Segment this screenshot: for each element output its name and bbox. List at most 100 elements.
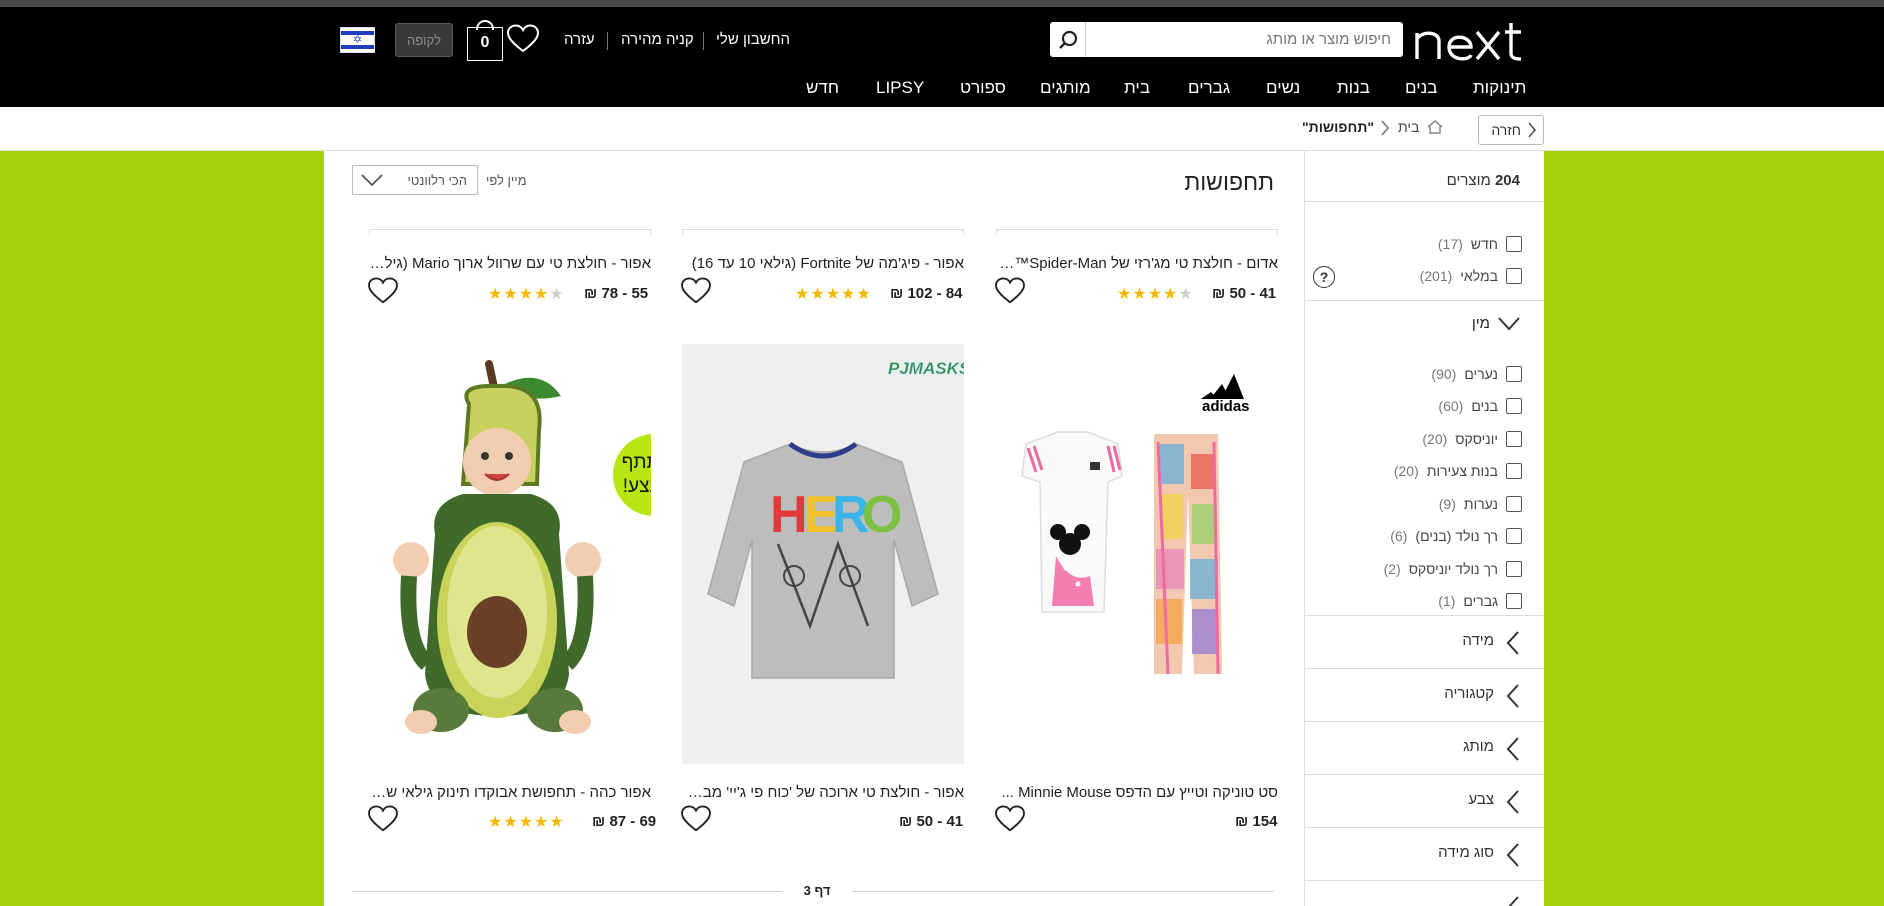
product-price: 154 ₪ — [1235, 813, 1278, 830]
product-name[interactable]: סט טוניקה וטייץ עם הדפס Minnie Mouse ... — [996, 784, 1278, 801]
gender-filter-header[interactable]: מין — [1472, 315, 1520, 332]
chevron-left-icon — [1506, 631, 1519, 655]
filter-gender-teen-boys[interactable]: נערים (90) — [1431, 365, 1522, 383]
help-link[interactable]: עזרה — [564, 31, 595, 48]
filter-sidebar: 204 מוצרים חדש (17) במלאי (201) ? מין נע… — [1304, 151, 1544, 906]
product-listing: תחפושות מיין לפי הכי רלוונטי אדום - חולצ… — [324, 151, 1304, 906]
nav-women[interactable]: נשים — [1266, 78, 1300, 98]
heart-icon[interactable] — [994, 805, 1026, 833]
nav-sport[interactable]: ספורט — [960, 78, 1006, 98]
heart-icon[interactable] — [680, 805, 712, 833]
filter-gender-young-girls[interactable]: בנות צעירות (20) — [1394, 462, 1522, 480]
product-price: 55 - 78 ₪ — [584, 285, 649, 302]
facet-more[interactable] — [1305, 880, 1544, 906]
search-icon — [1058, 30, 1077, 49]
israel-flag-icon[interactable]: ✡ — [340, 27, 375, 53]
page-label: דף 3 — [803, 883, 831, 898]
checkbox[interactable] — [1506, 398, 1522, 414]
product-image-adidas-minnie-set[interactable]: adidas — [996, 344, 1278, 764]
chevron-down-icon — [361, 174, 383, 187]
top-strip — [0, 0, 1884, 7]
search-input[interactable] — [1085, 22, 1403, 57]
bag-icon — [476, 20, 494, 30]
checkout-button[interactable]: לקופה — [395, 23, 453, 57]
divider-line — [352, 891, 782, 892]
filter-gender-men[interactable]: גברים (1) — [1438, 592, 1522, 610]
facet-category[interactable]: קטגוריה — [1305, 668, 1544, 721]
breadcrumb-home[interactable]: בית — [1398, 119, 1419, 135]
product-price: 41 - 50 ₪ — [1212, 285, 1277, 302]
filter-new[interactable]: חדש (17) — [1438, 235, 1522, 253]
my-account-link[interactable]: החשבון שלי — [716, 31, 790, 48]
heart-icon[interactable] — [680, 277, 712, 305]
facet-size[interactable]: מידה — [1305, 615, 1544, 668]
facet-brand[interactable]: מותג — [1305, 721, 1544, 774]
heart-icon[interactable] — [367, 805, 399, 833]
svg-text:H: H — [770, 486, 808, 544]
svg-text:PJMASKS: PJMASKS — [888, 359, 964, 378]
product-price: 69 - 87 ₪ — [592, 813, 657, 830]
checkbox[interactable] — [1506, 431, 1522, 447]
filter-gender-unisex[interactable]: יוניסקס (20) — [1422, 430, 1522, 448]
product-price: 84 - 102 ₪ — [890, 285, 963, 302]
checkbox[interactable] — [1506, 593, 1522, 609]
chevron-left-icon — [1506, 737, 1519, 761]
product-price: 41 - 50 ₪ — [899, 813, 964, 830]
nav-new[interactable]: חדש — [806, 78, 839, 98]
product-image-avocado-baby-costume[interactable]: משתתף במבצע! — [369, 344, 651, 764]
search-box — [1050, 22, 1403, 57]
facet-color[interactable]: צבע — [1305, 774, 1544, 827]
product-name[interactable]: אפור - פיג'מה של Fortnite (גילאי 10 עד 1… — [682, 255, 964, 272]
bag-count: 0 — [480, 34, 490, 51]
checkbox[interactable] — [1506, 528, 1522, 544]
heart-icon[interactable] — [994, 277, 1026, 305]
nav-brands[interactable]: מותגים — [1040, 78, 1091, 98]
separator — [607, 32, 608, 50]
facet-size-type[interactable]: סוג מידה — [1305, 827, 1544, 880]
heart-icon[interactable] — [367, 277, 399, 305]
chevron-left-icon — [1506, 790, 1519, 814]
filter-gender-newborn-boys[interactable]: רך נולד (בנים) (6) — [1390, 527, 1522, 545]
sort-dropdown[interactable]: הכי רלוונטי — [352, 165, 478, 195]
product-name[interactable]: אפור - חולצת טי ארוכה של 'כוח פי ג'יי' מ… — [682, 784, 964, 801]
star-rating: ★★★★★ — [488, 814, 565, 831]
filter-gender-boys[interactable]: בנים (60) — [1438, 397, 1522, 415]
search-button[interactable] — [1050, 22, 1086, 57]
product-name[interactable]: אפור כהה - תחפושת אבוקדו תינוק גילאי שנה… — [369, 784, 651, 801]
nav-boys[interactable]: בנים — [1405, 78, 1437, 98]
nav-home[interactable]: בית — [1124, 78, 1150, 98]
checkbox[interactable] — [1506, 561, 1522, 577]
filter-gender-newborn-unisex[interactable]: רך נולד יוניסקס (2) — [1384, 560, 1522, 578]
shopping-bag-button[interactable]: 0 — [467, 20, 503, 61]
checkbox[interactable] — [1506, 463, 1522, 479]
divider-line — [852, 891, 1274, 892]
filter-gender-teen-girls[interactable]: נערות (9) — [1439, 495, 1522, 513]
checkbox[interactable] — [1506, 366, 1522, 382]
next-logo[interactable] — [1413, 19, 1539, 63]
checkbox[interactable] — [1506, 496, 1522, 512]
product-name[interactable]: אפור - חולצת טי עם שרוול ארוך Mario (גיל… — [369, 255, 651, 272]
chevron-right-icon — [1528, 122, 1537, 138]
nav-lipsy[interactable]: LIPSY — [876, 78, 924, 98]
quick-buy-link[interactable]: קניה מהירה — [621, 31, 694, 48]
nav-babies[interactable]: תינוקות — [1473, 78, 1526, 98]
product-name[interactable]: אדום - חולצת טי מג'רזי של Spider-Man™ ע.… — [996, 255, 1278, 272]
wishlist-button[interactable] — [506, 24, 540, 59]
filter-in-stock[interactable]: במלאי (201) — [1420, 267, 1522, 285]
checkbox[interactable] — [1506, 236, 1522, 252]
home-icon[interactable] — [1426, 119, 1444, 135]
nav-girls[interactable]: בנות — [1337, 78, 1370, 98]
product-image-edge — [369, 229, 651, 235]
avocado-costume-illustration — [393, 360, 601, 734]
product-count: 204 מוצרים — [1446, 172, 1520, 189]
help-icon[interactable]: ? — [1313, 266, 1335, 288]
chevron-down-icon — [1498, 316, 1520, 330]
svg-text:O: O — [862, 486, 902, 544]
nav-men[interactable]: גברים — [1188, 78, 1230, 98]
checkbox[interactable] — [1506, 268, 1522, 284]
separator — [703, 32, 704, 50]
back-button[interactable]: חזרה — [1478, 115, 1544, 145]
page-title: תחפושות — [1184, 169, 1274, 195]
product-image-edge — [996, 229, 1278, 235]
product-image-pj-masks-hero-shirt[interactable]: PJMASKS H E R O — [682, 344, 964, 764]
